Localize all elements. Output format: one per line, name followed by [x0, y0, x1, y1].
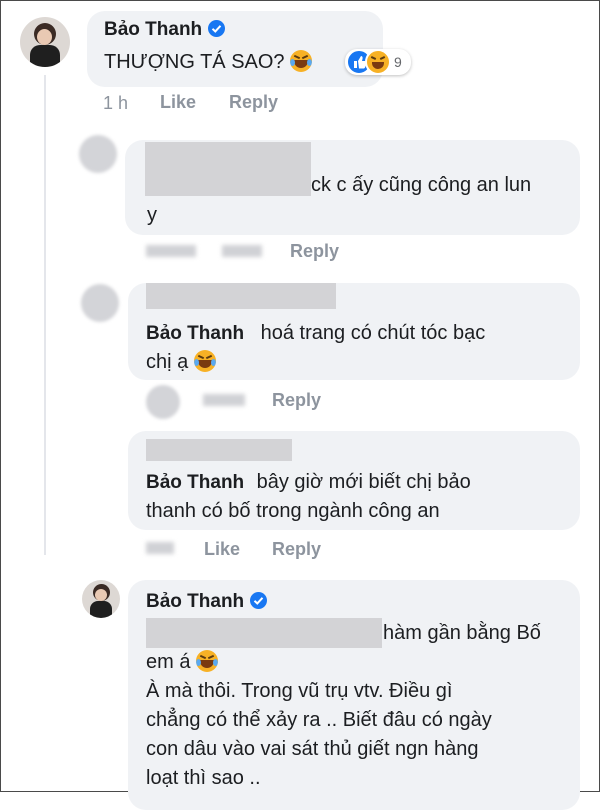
reply-button[interactable]: Reply	[290, 241, 339, 262]
comment-text: hoá trang có chút tóc bạc	[260, 322, 486, 344]
comment-text-cont: y	[147, 204, 157, 226]
redacted-mention	[146, 618, 382, 648]
haha-reaction-icon	[365, 49, 391, 75]
comment-text-cont: À mà thôi. Trong vũ trụ vtv. Điều gì	[146, 680, 453, 702]
reply-button[interactable]: Reply	[272, 390, 321, 411]
laughing-emoji-icon	[290, 50, 313, 72]
avatar-redacted-small	[146, 385, 180, 419]
laughing-emoji-icon	[196, 650, 219, 672]
redacted-time	[146, 245, 196, 257]
redacted-like	[222, 245, 262, 257]
comment-author[interactable]: Bảo Thanh	[146, 591, 244, 612]
like-button[interactable]: Like	[160, 92, 196, 113]
comment-bubble-5: Bảo Thanh hàm gần bằng Bố em á À mà thôi…	[128, 580, 580, 810]
comment-text: bây giờ mới biết chị bảo	[256, 471, 471, 493]
reply-button[interactable]: Reply	[229, 92, 278, 113]
reaction-count: 9	[394, 54, 402, 70]
comment-text-cont: con dâu vào vai sát thủ giết ngn hàng	[146, 738, 479, 760]
comment-text-cont: em á	[146, 651, 191, 673]
avatar-redacted	[79, 135, 117, 173]
comment-text: hàm gần bằng Bố	[383, 622, 541, 644]
comment-bubble-2: ck c ấy cũng công an lun y	[125, 140, 580, 235]
thread-line	[44, 75, 46, 555]
laughing-emoji-icon	[193, 350, 216, 372]
redacted-like	[203, 394, 245, 406]
avatar-bao-thanh[interactable]	[20, 17, 70, 67]
redacted-author	[145, 142, 311, 196]
comment-text-cont: thanh có bố trong ngành công an	[146, 500, 440, 522]
reaction-summary[interactable]: 9	[345, 49, 411, 75]
verified-badge-icon	[208, 20, 226, 37]
avatar-bao-thanh[interactable]	[82, 580, 120, 618]
comment-bubble-3: Bảo Thanh hoá trang có chút tóc bạc chị …	[128, 283, 580, 380]
comment-text-cont: chị ạ	[146, 351, 189, 373]
redacted-time	[146, 542, 174, 554]
like-button[interactable]: Like	[204, 539, 240, 560]
comment-text: ck c ấy cũng công an lun	[311, 174, 532, 196]
comment-text-cont: loạt thì sao ..	[146, 767, 261, 789]
comment-author[interactable]: Bảo Thanh	[104, 19, 202, 40]
comment-text-cont: chẳng có thể xảy ra .. Biết đâu có ngày	[146, 709, 492, 731]
redacted-author	[146, 439, 292, 461]
redacted-author	[146, 283, 336, 309]
comment-bubble-4: Bảo Thanh bây giờ mới biết chị bảo thanh…	[128, 431, 580, 530]
avatar-redacted	[81, 284, 119, 322]
reply-button[interactable]: Reply	[272, 539, 321, 560]
comment-text: THƯỢNG TÁ SAO?	[104, 51, 285, 73]
verified-badge-icon	[250, 592, 268, 609]
comment-time[interactable]: 1 h	[103, 93, 128, 114]
comment-author[interactable]: Bảo Thanh	[146, 323, 244, 344]
comment-bubble-1: Bảo Thanh THƯỢNG TÁ SAO?	[87, 11, 383, 87]
comment-author[interactable]: Bảo Thanh	[146, 472, 244, 493]
